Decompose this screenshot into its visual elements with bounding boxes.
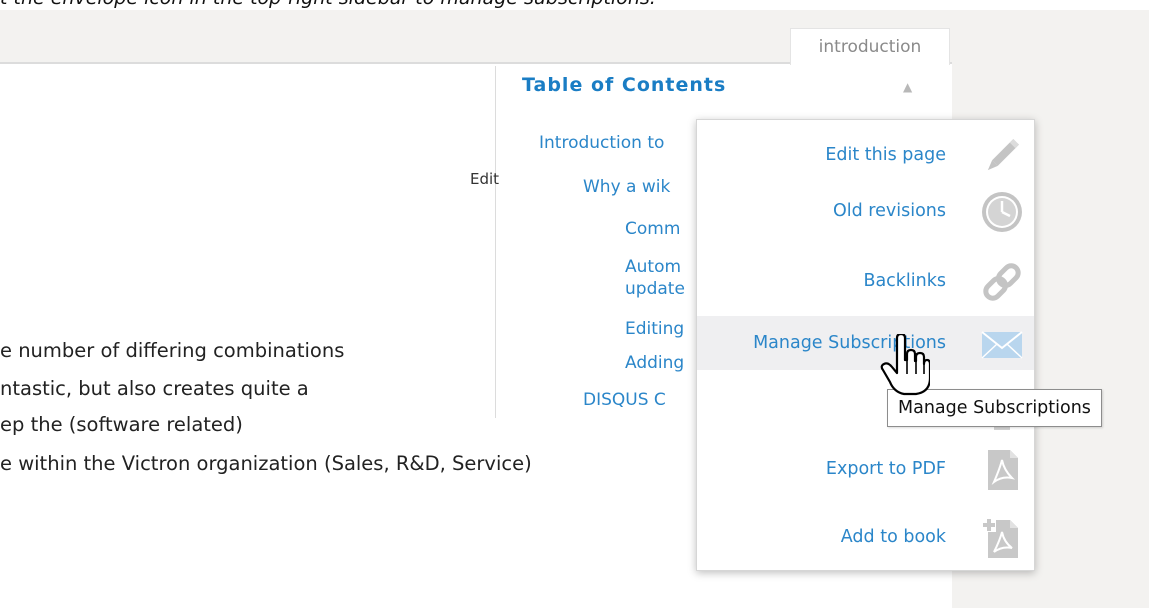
toc-item[interactable]: Why a wik — [583, 176, 670, 198]
page-tools-menu: Edit this page Old revisions Backlinks M… — [696, 119, 1035, 571]
instruction-caption: t the envelope icon in the top-right sid… — [0, 0, 1149, 10]
envelope-icon[interactable] — [980, 322, 1024, 366]
page-tab-introduction[interactable]: introduction — [790, 28, 950, 65]
toc-item[interactable]: DISQUS C — [583, 389, 666, 411]
menu-item-manage-subscriptions[interactable]: Manage Subscriptions — [697, 316, 1034, 370]
menu-item-label: Backlinks — [863, 271, 946, 291]
clock-icon — [982, 192, 1022, 232]
body-text-line: e within the Victron organization (Sales… — [0, 452, 532, 475]
link-icon — [983, 263, 1021, 301]
toc-item[interactable]: Introduction to — [539, 132, 664, 154]
toc-item[interactable]: Comm — [625, 218, 680, 240]
toc-title[interactable]: Table of Contents — [522, 74, 726, 96]
toc-collapse-caret-icon[interactable]: ▲ — [903, 80, 912, 94]
body-text-line: ep the (software related) — [0, 413, 243, 436]
menu-item-label: Edit this page — [825, 145, 946, 165]
hand-pointer-cursor-icon — [880, 334, 930, 396]
caption-text: envelope icon in the top-right sidebar t… — [51, 0, 656, 9]
toc-item[interactable]: Editing — [625, 318, 684, 340]
menu-item-edit-page[interactable]: Edit this page — [697, 128, 1034, 182]
pencil-icon — [987, 139, 1019, 171]
toc-item[interactable]: update — [625, 278, 685, 300]
menu-item-label: Old revisions — [833, 201, 946, 221]
caption-prefix: t the — [0, 0, 51, 9]
toc-divider — [495, 66, 496, 418]
pdf-icon — [988, 450, 1018, 490]
menu-item-label: Add to book — [840, 527, 946, 547]
toc-item[interactable]: Adding — [625, 352, 684, 374]
body-text-line: ntastic, but also creates quite a — [0, 377, 309, 400]
menu-item-old-revisions[interactable]: Old revisions — [697, 184, 1034, 238]
add-book-icon — [982, 518, 1018, 558]
menu-item-export-pdf[interactable]: Export to PDF — [697, 442, 1034, 496]
menu-item-add-to-book[interactable]: Add to book — [697, 510, 1034, 564]
toc-item[interactable]: Autom — [625, 256, 681, 278]
menu-item-backlinks[interactable]: Backlinks — [697, 254, 1034, 308]
section-edit-button[interactable]: Edit — [470, 170, 499, 188]
menu-item-label: Export to PDF — [825, 459, 946, 479]
body-text-line: e number of differing combinations — [0, 339, 345, 362]
